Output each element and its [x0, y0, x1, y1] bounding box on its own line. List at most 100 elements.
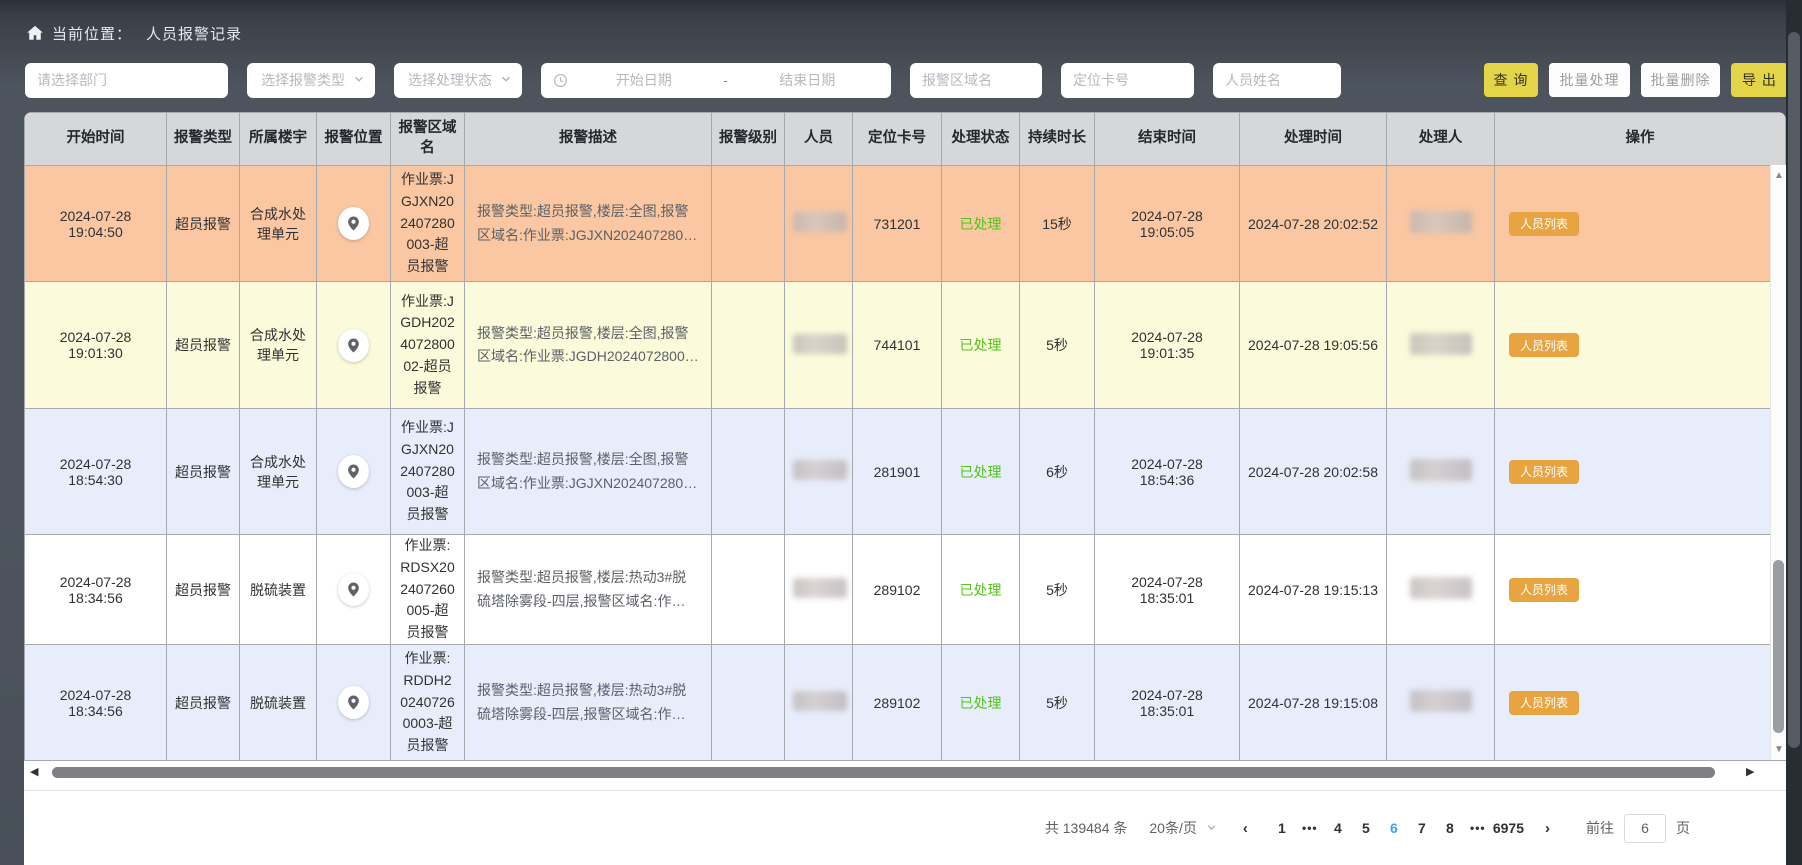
location-pin-icon[interactable] — [338, 207, 369, 240]
pager-ellipsis[interactable]: ••• — [1296, 821, 1324, 835]
divider — [24, 790, 1786, 791]
col-alarm-type: 报警类型 — [167, 113, 240, 166]
table-card: 开始时间 报警类型 所属楼宇 报警位置 报警区域名 报警描述 报警级别 人员 定… — [24, 112, 1786, 865]
cell-operation: 人员列表 — [1495, 282, 1786, 409]
cell-card-no: 289102 — [853, 645, 942, 761]
cell-end-time: 2024-07-28 18:35:01 — [1095, 535, 1240, 645]
handle-status-select[interactable]: 选择处理状态 — [394, 63, 522, 98]
pager-ellipsis[interactable]: ••• — [1464, 821, 1492, 835]
cell-location — [317, 535, 391, 645]
end-date-field[interactable]: 结束日期 — [736, 70, 880, 90]
cell-description: 报警类型:超员报警,楼层:全图,报警区域名:作业票:JGJXN202407280… — [465, 409, 712, 535]
home-icon[interactable] — [26, 24, 44, 42]
location-pin-icon[interactable] — [338, 329, 369, 362]
cell-location — [317, 645, 391, 761]
date-range-picker[interactable]: 开始日期 - 结束日期 — [541, 63, 891, 98]
person-list-button[interactable]: 人员列表 — [1509, 460, 1579, 484]
col-location: 报警位置 — [317, 113, 391, 166]
location-pin-icon[interactable] — [338, 686, 369, 719]
redacted-person-blur — [793, 460, 847, 480]
person-list-button[interactable]: 人员列表 — [1509, 212, 1579, 236]
cell-handler — [1387, 409, 1495, 535]
page-number[interactable]: 1 — [1268, 820, 1296, 836]
col-card-no: 定位卡号 — [853, 113, 942, 166]
cell-status: 已处理 — [942, 409, 1020, 535]
scroll-right-icon[interactable]: ▶ — [1746, 765, 1754, 780]
breadcrumb: 当前位置： 人员报警记录 — [0, 0, 1802, 52]
prev-page-icon[interactable]: ‹ — [1239, 820, 1252, 837]
page-number[interactable]: 4 — [1324, 820, 1352, 836]
person-list-button[interactable]: 人员列表 — [1509, 578, 1579, 602]
vertical-scrollbar[interactable]: ▲ ▼ — [1770, 165, 1786, 760]
browser-scroll-thumb[interactable] — [1788, 32, 1800, 748]
location-pin-icon[interactable] — [338, 573, 369, 606]
cell-region: 作业票:JGJXN202407280003-超员报警 — [391, 409, 465, 535]
chevron-down-icon — [353, 72, 365, 88]
col-building: 所属楼宇 — [240, 113, 317, 166]
filter-bar: 选择报警类型 选择处理状态 开始日期 - 结束日期 查 询 批量处理 批量删除 … — [25, 62, 1788, 98]
page-number-active[interactable]: 6 — [1380, 820, 1408, 836]
scroll-left-icon[interactable]: ◀ — [30, 765, 38, 780]
browser-scrollbar[interactable] — [1786, 0, 1802, 865]
page-size-select[interactable]: 20条/页 — [1143, 818, 1222, 838]
page-number[interactable]: 6975 — [1492, 820, 1525, 836]
cell-region: 作业票:RDSX202407260005-超员报警 — [391, 535, 465, 645]
redacted-person-blur — [793, 212, 847, 232]
table-row: 2024-07-28 18:34:56 超员报警 脱硫装置 作业票:RDSX20… — [25, 535, 1786, 645]
breadcrumb-prefix: 当前位置： — [52, 23, 132, 44]
start-date-field[interactable]: 开始日期 — [572, 70, 716, 90]
alarm-type-placeholder: 选择报警类型 — [261, 70, 345, 90]
cell-duration: 5秒 — [1020, 645, 1095, 761]
cell-description: 报警类型:超员报警,楼层:热动3#脱硫塔除雾段-四层,报警区域名:作业票:RD.… — [465, 535, 712, 645]
table-header-row: 开始时间 报警类型 所属楼宇 报警位置 报警区域名 报警描述 报警级别 人员 定… — [25, 113, 1786, 166]
page-number[interactable]: 8 — [1436, 820, 1464, 836]
alarm-type-select[interactable]: 选择报警类型 — [247, 63, 375, 98]
batch-delete-button[interactable]: 批量删除 — [1641, 63, 1720, 97]
location-pin-icon[interactable] — [338, 455, 369, 488]
person-list-button[interactable]: 人员列表 — [1509, 691, 1579, 715]
goto-unit-label: 页 — [1676, 818, 1690, 838]
action-buttons: 查 询 批量处理 批量删除 导 出 — [1484, 63, 1788, 97]
cell-operation: 人员列表 — [1495, 166, 1786, 282]
page-number[interactable]: 7 — [1408, 820, 1436, 836]
horizontal-scroll-thumb[interactable] — [52, 767, 1715, 778]
cell-location — [317, 409, 391, 535]
cell-alarm-type: 超员报警 — [167, 645, 240, 761]
department-input[interactable] — [25, 63, 228, 98]
page-number[interactable]: 5 — [1352, 820, 1380, 836]
horizontal-scrollbar[interactable]: ◀ ▶ — [24, 765, 1786, 780]
export-button[interactable]: 导 出 — [1731, 63, 1788, 97]
scroll-down-icon[interactable]: ▼ — [1771, 744, 1786, 755]
batch-handle-button[interactable]: 批量处理 — [1549, 63, 1630, 97]
cell-start-time: 2024-07-28 19:01:30 — [25, 282, 167, 409]
cell-card-no: 281901 — [853, 409, 942, 535]
col-handle-time: 处理时间 — [1240, 113, 1387, 166]
col-duration: 持续时长 — [1020, 113, 1095, 166]
card-number-input[interactable] — [1061, 63, 1194, 98]
cell-handler — [1387, 645, 1495, 761]
vertical-scroll-thumb[interactable] — [1773, 560, 1784, 733]
redacted-person-blur — [793, 334, 847, 354]
cell-location — [317, 166, 391, 282]
goto-page-input[interactable] — [1624, 814, 1666, 843]
cell-location — [317, 282, 391, 409]
cell-person — [785, 535, 853, 645]
cell-handle-time: 2024-07-28 19:05:56 — [1240, 282, 1387, 409]
chevron-down-icon — [1206, 820, 1217, 836]
person-name-input[interactable] — [1213, 63, 1341, 98]
cell-person — [785, 645, 853, 761]
query-button[interactable]: 查 询 — [1484, 63, 1538, 97]
cell-level — [712, 409, 785, 535]
col-region: 报警区域名 — [391, 113, 465, 166]
person-list-button[interactable]: 人员列表 — [1509, 333, 1579, 357]
table-row: 2024-07-28 19:01:30 超员报警 合成水处理单元 作业票:JGD… — [25, 282, 1786, 409]
scroll-up-icon[interactable]: ▲ — [1771, 170, 1786, 181]
cell-building: 合成水处理单元 — [240, 166, 317, 282]
redacted-handler-blur — [1410, 459, 1472, 481]
cell-end-time: 2024-07-28 18:54:36 — [1095, 409, 1240, 535]
cell-alarm-type: 超员报警 — [167, 166, 240, 282]
region-input[interactable] — [910, 63, 1042, 98]
next-page-icon[interactable]: › — [1541, 820, 1554, 837]
cell-start-time: 2024-07-28 18:34:56 — [25, 645, 167, 761]
table-row: 2024-07-28 18:54:30 超员报警 合成水处理单元 作业票:JGJ… — [25, 409, 1786, 535]
